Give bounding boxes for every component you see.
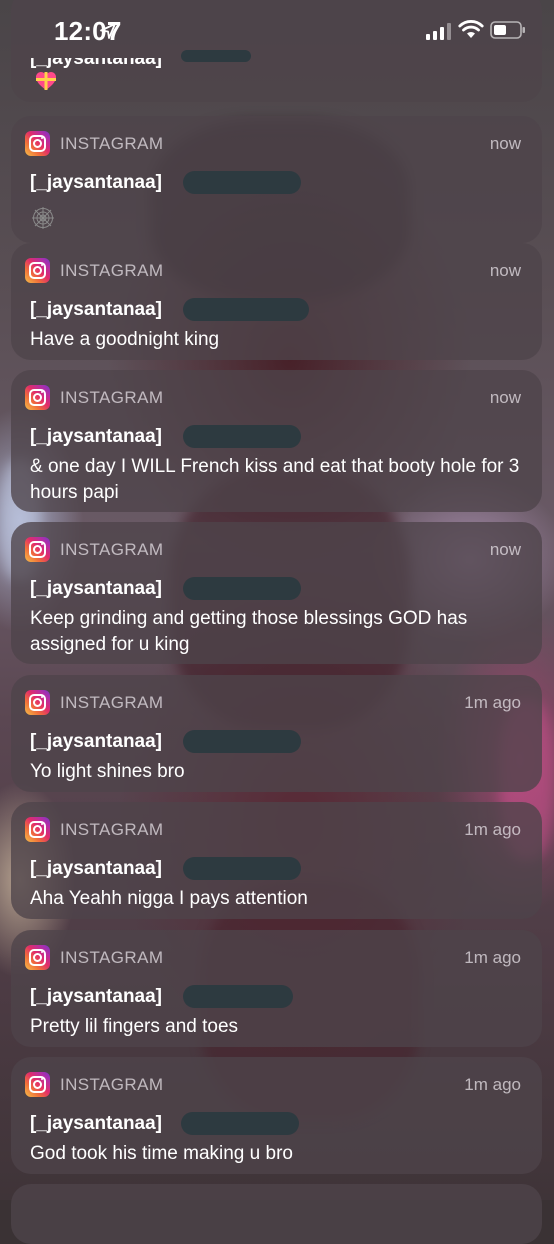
sender-name: [_jaysantanaa] <box>30 858 163 879</box>
notification-card[interactable]: INSTAGRAM now [_jaysantanaa] & one day I… <box>11 370 542 512</box>
timestamp: 1m ago <box>464 820 521 839</box>
app-name: INSTAGRAM <box>60 1075 164 1094</box>
app-name: INSTAGRAM <box>60 261 164 280</box>
notification-header: INSTAGRAM now <box>11 116 542 168</box>
redaction-bar <box>183 857 301 880</box>
message-text: Pretty lil fingers and toes <box>30 1016 239 1037</box>
app-name: INSTAGRAM <box>60 820 164 839</box>
sender-name: [_jaysantanaa] <box>30 1113 163 1134</box>
instagram-icon <box>25 258 50 283</box>
location-arrow-icon <box>100 23 116 39</box>
notification-card-partial[interactable] <box>11 1184 542 1244</box>
message-text: Keep grinding and getting those blessing… <box>30 608 468 655</box>
notification-card[interactable]: INSTAGRAM now [_jaysantanaa] Keep grindi… <box>11 522 542 664</box>
timestamp: now <box>489 388 521 407</box>
sender-name: [_jaysantanaa] <box>30 578 163 599</box>
battery-icon <box>490 21 525 39</box>
notification-header: INSTAGRAM 1m ago <box>11 802 542 854</box>
notification-card[interactable]: INSTAGRAM 1m ago [_jaysantanaa] Pretty l… <box>11 930 542 1047</box>
notification-header: INSTAGRAM 1m ago <box>11 675 542 727</box>
timestamp: 1m ago <box>464 948 521 967</box>
sender-name: [_jaysantanaa] <box>30 299 163 320</box>
sender-name: [_jaysantanaa] <box>30 731 163 752</box>
wifi-icon <box>458 20 484 38</box>
app-name: INSTAGRAM <box>60 693 164 712</box>
instagram-icon <box>25 131 50 156</box>
app-name: INSTAGRAM <box>60 540 164 559</box>
notification-header: INSTAGRAM 1m ago <box>11 1057 542 1109</box>
sender-name: [_jaysantanaa] <box>30 986 163 1007</box>
message-text: Aha Yeahh nigga I pays attention <box>30 888 308 909</box>
message-text: God took his time making u bro <box>30 1143 293 1164</box>
spider-web-emoji <box>32 207 54 229</box>
redaction-bar <box>183 171 301 194</box>
instagram-icon <box>25 817 50 842</box>
timestamp: now <box>489 540 521 559</box>
app-name: INSTAGRAM <box>60 388 164 407</box>
notification-header: INSTAGRAM now <box>11 243 542 295</box>
instagram-icon <box>25 385 50 410</box>
redaction-bar <box>183 730 301 753</box>
gift-heart-emoji <box>36 72 56 90</box>
timestamp: 1m ago <box>464 693 521 712</box>
app-name: INSTAGRAM <box>60 134 164 153</box>
redaction-bar <box>183 425 301 448</box>
timestamp: now <box>489 134 521 153</box>
redaction-bar <box>181 1112 299 1135</box>
notification-header: INSTAGRAM now <box>11 522 542 574</box>
timestamp: now <box>489 261 521 280</box>
status-bar: 12:07 <box>0 0 554 60</box>
message-text: & one day I WILL French kiss and eat tha… <box>30 456 520 503</box>
timestamp: 1m ago <box>464 1075 521 1094</box>
message-text: Have a goodnight king <box>30 329 220 350</box>
app-name: INSTAGRAM <box>60 948 164 967</box>
instagram-icon <box>25 1072 50 1097</box>
redaction-bar <box>183 985 293 1008</box>
message-text: Yo light shines bro <box>30 761 185 782</box>
notification-card[interactable]: INSTAGRAM now [_jaysantanaa] Have a good… <box>11 243 542 360</box>
notification-header: INSTAGRAM 1m ago <box>11 930 542 982</box>
notification-card[interactable]: INSTAGRAM 1m ago [_jaysantanaa] God took… <box>11 1057 542 1174</box>
sender-name: [_jaysantanaa] <box>30 172 163 193</box>
notification-card[interactable]: INSTAGRAM 1m ago [_jaysantanaa] Aha Yeah… <box>11 802 542 919</box>
notification-header: INSTAGRAM now <box>11 370 542 422</box>
cellular-signal-icon <box>426 23 451 40</box>
instagram-icon <box>25 945 50 970</box>
instagram-icon <box>25 690 50 715</box>
notification-card[interactable]: INSTAGRAM now [_jaysantanaa] <box>11 116 542 243</box>
redaction-bar <box>183 298 309 321</box>
instagram-icon <box>25 537 50 562</box>
redaction-bar <box>183 577 301 600</box>
notification-card[interactable]: INSTAGRAM 1m ago [_jaysantanaa] Yo light… <box>11 675 542 792</box>
sender-name: [_jaysantanaa] <box>30 426 163 447</box>
